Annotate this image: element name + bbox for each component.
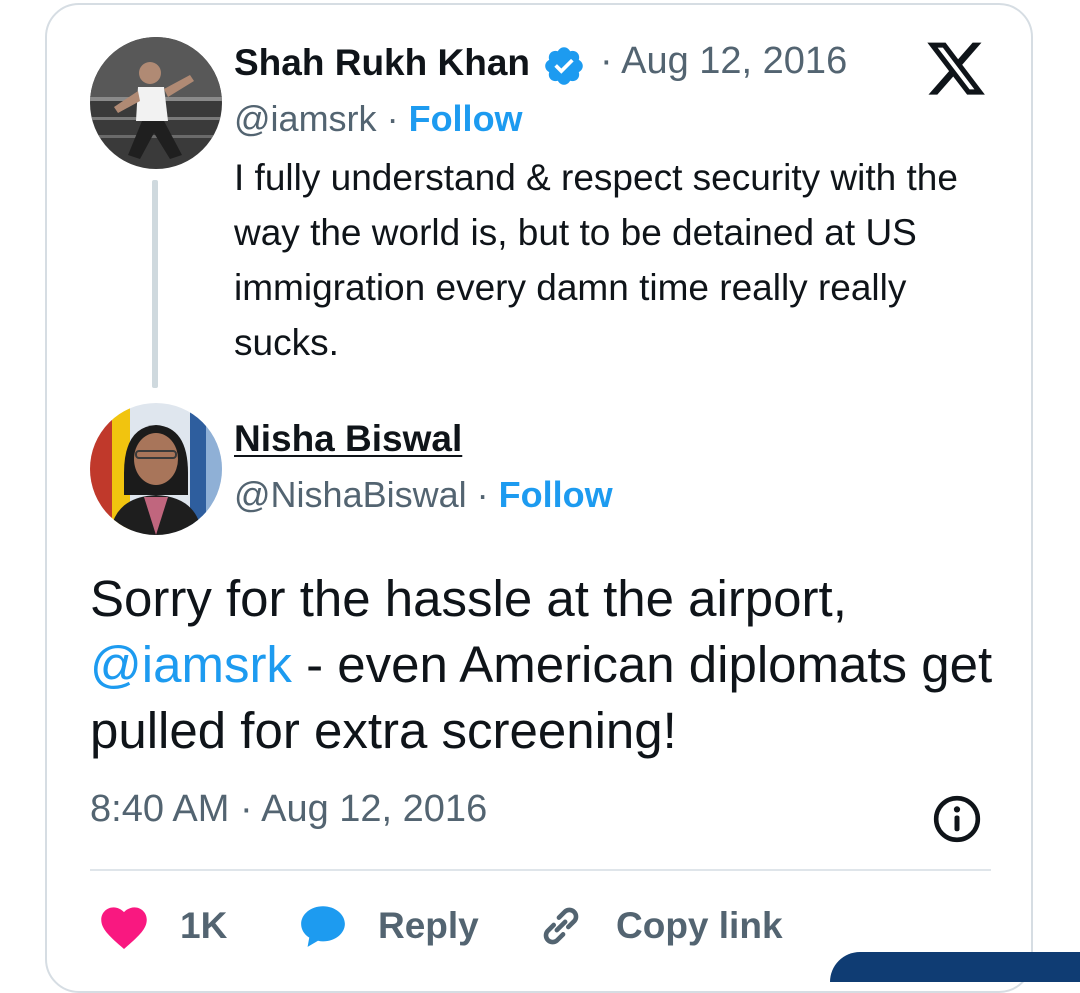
verified-badge-icon [545, 47, 583, 85]
like-count: 1K [180, 905, 228, 946]
info-icon[interactable] [932, 794, 982, 844]
follow-button-iamsrk[interactable]: Follow [409, 98, 523, 139]
heart-icon [101, 907, 147, 949]
quoted-tweet-text: I fully understand & respect security wi… [234, 157, 958, 363]
handle-separator: · [386, 98, 399, 139]
quoted-author-name[interactable]: Shah Rukh Khan [234, 42, 530, 84]
avatar-shah-rukh-khan[interactable] [90, 37, 222, 169]
tweet-time: 8:40 AM [90, 788, 230, 830]
tweet-date: Aug 12, 2016 [261, 788, 488, 830]
divider [90, 869, 991, 871]
tweet-timestamp[interactable]: 8:40 AM · Aug 12, 2016 [90, 788, 487, 831]
follow-button-nishabiswal[interactable]: Follow [499, 474, 613, 515]
quoted-tweet-date[interactable]: · Aug 12, 2016 [600, 40, 847, 83]
thread-connector-line [152, 180, 158, 388]
x-logo-icon[interactable] [924, 42, 988, 102]
speech-bubble-icon [301, 906, 345, 947]
quoted-author-handle[interactable]: @iamsrk [234, 98, 377, 139]
like-button[interactable]: 1K [98, 898, 227, 954]
timestamp-separator: · [229, 788, 262, 830]
bottom-edge-tab [830, 952, 1080, 982]
link-icon [543, 907, 579, 945]
quoted-handle-row: @iamsrk · Follow [234, 98, 523, 140]
handle-separator: · [476, 474, 489, 515]
reply-button[interactable]: Reply [298, 898, 479, 954]
copy-link-button[interactable]: Copy link [536, 898, 783, 954]
avatar-nisha-biswal[interactable] [90, 403, 222, 535]
tweet-text: Sorry for the hassle at the airport, @iam… [90, 566, 1010, 764]
author-handle-row: @NishaBiswal · Follow [234, 474, 613, 516]
reply-label: Reply [378, 905, 479, 946]
tweet-text-part-1: Sorry for the hassle at the airport, [90, 570, 847, 627]
author-handle[interactable]: @NishaBiswal [234, 474, 467, 515]
author-name[interactable]: Nisha Biswal [234, 418, 462, 460]
mention-iamsrk[interactable]: @iamsrk [90, 636, 292, 693]
copy-link-label: Copy link [616, 905, 783, 946]
